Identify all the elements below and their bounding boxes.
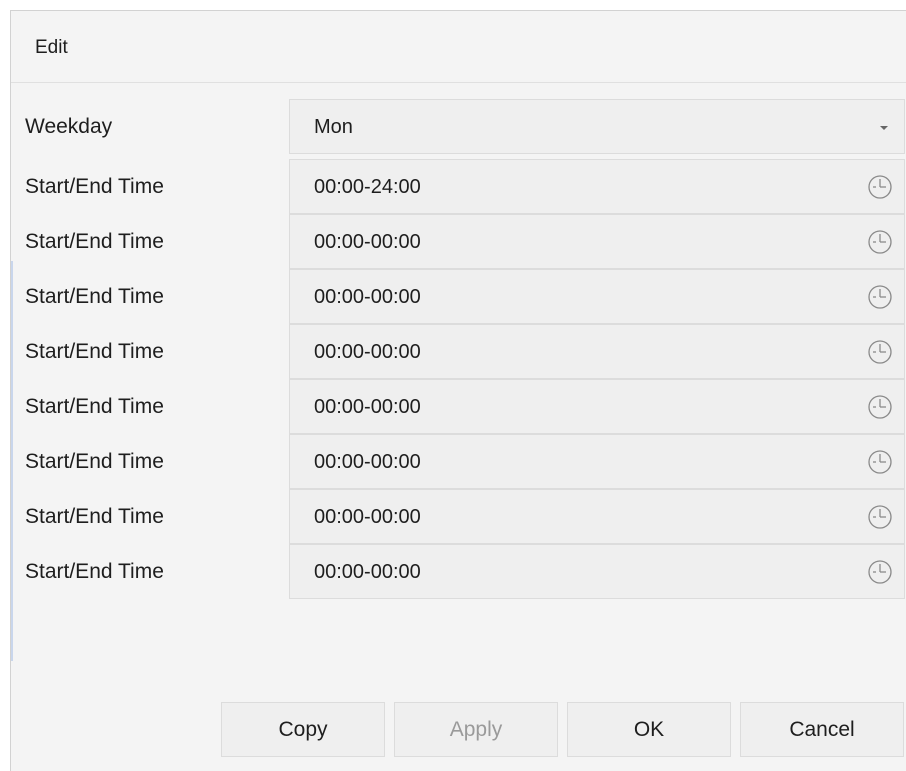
chevron-down-icon <box>880 126 888 130</box>
time-range-field-5[interactable]: 00:00-00:00 <box>289 379 905 434</box>
time-row-4: Start/End Time 00:00-00:00 <box>11 324 906 379</box>
time-row-label: Start/End Time <box>25 505 164 528</box>
time-range-value: 00:00-00:00 <box>314 561 421 583</box>
time-range-value: 00:00-00:00 <box>314 396 421 418</box>
time-row-2: Start/End Time 00:00-00:00 <box>11 214 906 269</box>
clock-icon[interactable] <box>866 393 894 421</box>
time-range-field-4[interactable]: 00:00-00:00 <box>289 324 905 379</box>
time-row-1: Start/End Time 00:00-24:00 <box>11 159 906 214</box>
time-range-value: 00:00-00:00 <box>314 341 421 363</box>
weekday-label: Weekday <box>25 115 113 138</box>
time-range-field-2[interactable]: 00:00-00:00 <box>289 214 905 269</box>
cancel-button[interactable]: Cancel <box>740 702 904 757</box>
clock-icon[interactable] <box>866 228 894 256</box>
edit-dialog: Edit Weekday Mon Start/End Time 00:00-24… <box>10 10 906 771</box>
time-row-7: Start/End Time 00:00-00:00 <box>11 489 906 544</box>
time-range-value: 00:00-00:00 <box>314 451 421 473</box>
time-row-label: Start/End Time <box>25 340 164 363</box>
time-range-value: 00:00-24:00 <box>314 176 421 198</box>
time-row-6: Start/End Time 00:00-00:00 <box>11 434 906 489</box>
clock-icon[interactable] <box>866 448 894 476</box>
clock-icon[interactable] <box>866 558 894 586</box>
clock-icon[interactable] <box>866 503 894 531</box>
copy-button[interactable]: Copy <box>221 702 385 757</box>
time-range-field-3[interactable]: 00:00-00:00 <box>289 269 905 324</box>
time-range-field-8[interactable]: 00:00-00:00 <box>289 544 905 599</box>
time-row-3: Start/End Time 00:00-00:00 <box>11 269 906 324</box>
weekday-value: Mon <box>314 116 353 138</box>
ok-button[interactable]: OK <box>567 702 731 757</box>
time-row-5: Start/End Time 00:00-00:00 <box>11 379 906 434</box>
time-row-label: Start/End Time <box>25 230 164 253</box>
time-range-field-7[interactable]: 00:00-00:00 <box>289 489 905 544</box>
clock-icon[interactable] <box>866 283 894 311</box>
dialog-title: Edit <box>35 37 68 58</box>
time-row-label: Start/End Time <box>25 285 164 308</box>
time-range-field-6[interactable]: 00:00-00:00 <box>289 434 905 489</box>
clock-icon[interactable] <box>866 173 894 201</box>
time-range-field-1[interactable]: 00:00-24:00 <box>289 159 905 214</box>
weekday-row: Weekday Mon <box>11 99 906 154</box>
time-row-8: Start/End Time 00:00-00:00 <box>11 544 906 599</box>
clock-icon[interactable] <box>866 338 894 366</box>
time-range-value: 00:00-00:00 <box>314 506 421 528</box>
time-row-label: Start/End Time <box>25 175 164 198</box>
time-row-label: Start/End Time <box>25 450 164 473</box>
time-range-value: 00:00-00:00 <box>314 286 421 308</box>
dialog-title-bar: Edit <box>11 11 906 83</box>
time-row-label: Start/End Time <box>25 395 164 418</box>
time-range-value: 00:00-00:00 <box>314 231 421 253</box>
time-row-label: Start/End Time <box>25 560 164 583</box>
weekday-select[interactable]: Mon <box>289 99 905 154</box>
apply-button[interactable]: Apply <box>394 702 558 757</box>
